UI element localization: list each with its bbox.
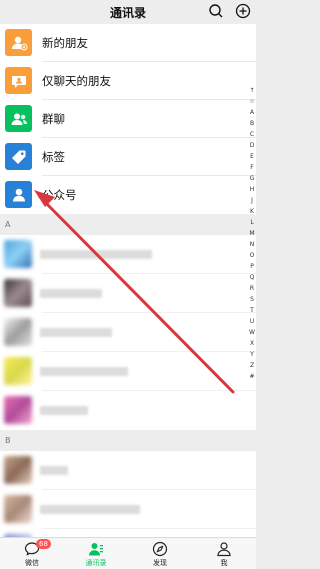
contact-name-redacted [40,250,152,259]
index-letter[interactable]: Z [250,360,254,371]
contact-name-redacted [40,289,102,298]
index-letter[interactable]: O [250,250,255,261]
index-letter[interactable]: Y [250,349,254,360]
index-letter[interactable]: F [250,162,253,173]
official-accounts-item[interactable]: 公众号 [0,176,256,214]
contacts-list[interactable]: 新的朋友 仅聊天的朋友 群聊 标签 公众号 A B [0,24,256,537]
index-letter[interactable]: T [250,305,254,316]
tab-chats[interactable]: 68 微信 [0,538,64,569]
group-chats-label: 群聊 [42,112,65,126]
contact-row[interactable] [0,490,256,529]
tags-label: 标签 [42,150,65,164]
contact-name-redacted [40,328,112,337]
index-letter[interactable]: D [250,140,255,151]
index-letter[interactable]: ↑ [249,85,254,96]
bottom-tab-bar: 68 微信 通讯录 发现 我 [0,537,256,569]
official-accounts-label: 公众号 [42,188,77,202]
index-letter[interactable]: Q [250,272,255,283]
search-icon[interactable] [208,3,224,19]
index-letter[interactable]: W [249,327,255,338]
index-letter[interactable]: P [250,261,254,272]
avatar [4,240,32,268]
index-letter[interactable]: B [250,118,254,129]
index-letter[interactable]: G [250,173,255,184]
tab-contacts-label: 通讯录 [85,559,107,567]
contact-row[interactable] [0,274,256,313]
new-friends-item[interactable]: 新的朋友 [0,24,256,62]
avatar [4,318,32,346]
contact-name-redacted [40,505,140,514]
section-header-a: A [0,214,256,235]
index-letter[interactable]: L [250,217,253,228]
index-letter[interactable]: N [250,239,255,250]
unread-badge: 68 [36,539,51,549]
index-letter[interactable]: J [251,195,253,206]
new-friends-label: 新的朋友 [42,36,88,50]
chat-only-friends-item[interactable]: 仅聊天的朋友 [0,62,256,100]
section-header-b: B [0,430,256,451]
contact-name-redacted [40,406,88,415]
chat-only-icon [5,67,32,94]
page-title: 通讯录 [109,5,146,20]
index-letter[interactable]: K [250,206,254,217]
contact-row[interactable] [0,352,256,391]
tag-icon [5,143,32,170]
tab-contacts[interactable]: 通讯录 [64,538,128,569]
index-letter[interactable]: S [250,294,254,305]
group-chats-item[interactable]: 群聊 [0,100,256,138]
avatar [4,495,32,523]
alphabet-index[interactable]: ↑ ☆ A B C D E F G H J K L M N O P Q R S T U W X Y Z # [248,85,256,382]
contact-row[interactable] [0,391,256,430]
add-friend-icon [5,29,32,56]
index-letter[interactable]: R [250,283,254,294]
contact-name-redacted [40,466,68,475]
index-letter[interactable]: # [249,371,254,382]
compass-icon [152,541,168,557]
contacts-icon [88,541,104,557]
add-icon[interactable] [235,3,251,19]
index-letter[interactable]: M [249,228,254,239]
official-account-icon [5,181,32,208]
avatar [4,357,32,385]
index-letter[interactable]: X [250,338,254,349]
contact-name-redacted [40,367,128,376]
group-chat-icon [5,105,32,132]
person-icon [216,541,232,557]
index-letter[interactable]: ☆ [249,96,254,107]
avatar [4,456,32,484]
contact-row[interactable] [0,529,256,537]
tab-me-label: 我 [220,559,228,567]
contact-row[interactable] [0,313,256,352]
index-letter[interactable]: C [250,129,254,140]
index-letter[interactable]: A [250,107,254,118]
index-letter[interactable]: E [250,151,254,162]
contact-row[interactable] [0,451,256,490]
tab-chats-label: 微信 [25,559,39,567]
tab-discover-label: 发现 [153,559,167,567]
tags-item[interactable]: 标签 [0,138,256,176]
chat-only-friends-label: 仅聊天的朋友 [42,74,111,88]
tab-me[interactable]: 我 [192,538,256,569]
header-actions [208,3,251,19]
index-letter[interactable]: H [250,184,255,195]
top-bar: 通讯录 [0,0,256,24]
contact-row[interactable] [0,235,256,274]
index-letter[interactable]: U [250,316,254,327]
avatar [4,396,32,424]
tab-discover[interactable]: 发现 [128,538,192,569]
avatar [4,279,32,307]
